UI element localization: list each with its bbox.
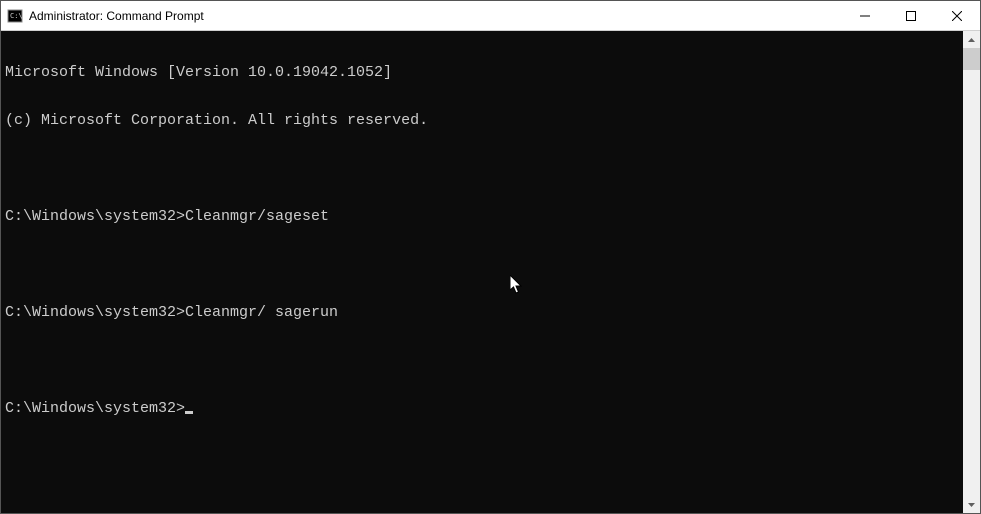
blank-line — [5, 353, 959, 369]
svg-text:C:\: C:\ — [10, 12, 23, 20]
window-title: Administrator: Command Prompt — [29, 9, 842, 23]
command-line: C:\Windows\system32>Cleanmgr/sageset — [5, 209, 959, 225]
command-prompt-window: C:\ Administrator: Command Prompt Micros… — [0, 0, 981, 514]
command-text: Cleanmgr/sageset — [185, 208, 329, 225]
scroll-up-button[interactable] — [963, 31, 980, 48]
titlebar[interactable]: C:\ Administrator: Command Prompt — [1, 1, 980, 31]
prompt: C:\Windows\system32> — [5, 400, 185, 417]
maximize-button[interactable] — [888, 1, 934, 30]
scrollbar-track[interactable] — [963, 48, 980, 496]
output-line: (c) Microsoft Corporation. All rights re… — [5, 113, 959, 129]
scrollbar-thumb[interactable] — [963, 48, 980, 70]
cmd-icon: C:\ — [7, 8, 23, 24]
command-text: Cleanmgr/ sagerun — [185, 304, 338, 321]
close-button[interactable] — [934, 1, 980, 30]
command-line: C:\Windows\system32>Cleanmgr/ sagerun — [5, 305, 959, 321]
blank-line — [5, 161, 959, 177]
terminal-output[interactable]: Microsoft Windows [Version 10.0.19042.10… — [1, 31, 963, 513]
blank-line — [5, 257, 959, 273]
minimize-button[interactable] — [842, 1, 888, 30]
client-area: Microsoft Windows [Version 10.0.19042.10… — [1, 31, 980, 513]
window-controls — [842, 1, 980, 30]
current-prompt-line: C:\Windows\system32> — [5, 401, 959, 417]
output-line: Microsoft Windows [Version 10.0.19042.10… — [5, 65, 959, 81]
scroll-down-button[interactable] — [963, 496, 980, 513]
prompt: C:\Windows\system32> — [5, 208, 185, 225]
vertical-scrollbar[interactable] — [963, 31, 980, 513]
prompt: C:\Windows\system32> — [5, 304, 185, 321]
text-cursor — [185, 411, 193, 414]
